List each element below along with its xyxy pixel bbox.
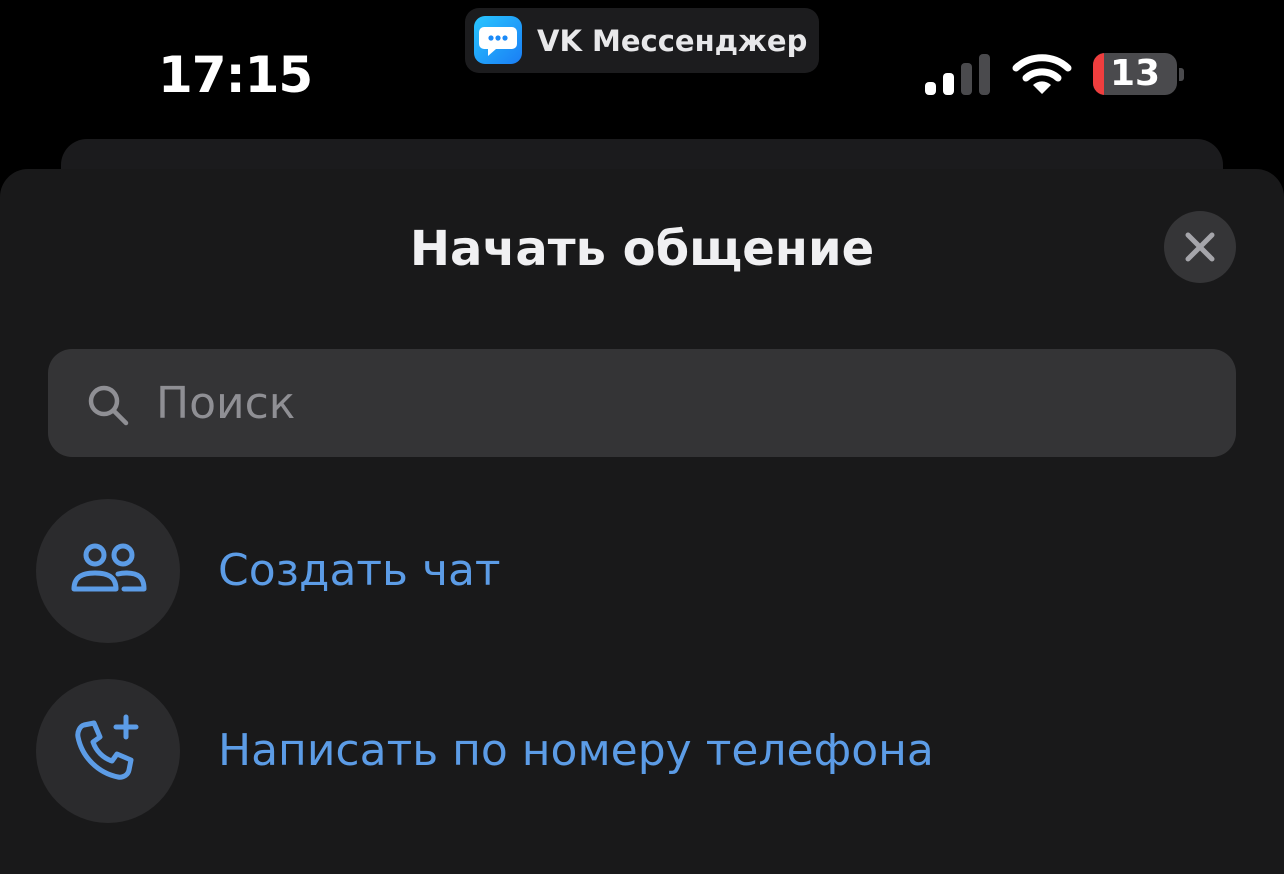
sheet-title: Начать общение [409,221,875,277]
battery-level: 13 [1109,53,1161,94]
create-chat-icon-circle [36,499,180,643]
close-icon [1185,232,1215,262]
screen: 17:15 VK Мессенджер 13 Начать общение По… [0,0,1284,874]
chat-bubble-icon [474,16,522,64]
group-users-icon [71,543,147,592]
app-name-label: VK Мессенджер [537,24,808,58]
search-icon [84,381,132,429]
create-chat-action[interactable]: Создать чат [0,499,1284,643]
write-by-phone-action[interactable]: Написать по номеру телефона [0,679,1284,823]
wifi-icon [1012,52,1072,96]
status-time: 17:15 [158,46,313,104]
dynamic-island-app-indicator[interactable]: VK Мессенджер [465,8,819,73]
battery-body: 13 [1093,53,1177,95]
write-by-phone-icon-circle [36,679,180,823]
search-bar[interactable] [48,349,1236,457]
close-button[interactable] [1164,211,1236,283]
phone-plus-icon [75,714,139,780]
battery-indicator: 13 [1093,53,1184,95]
search-input[interactable] [156,371,1156,435]
battery-cap [1179,68,1184,81]
create-chat-label: Создать чат [218,545,501,596]
write-by-phone-label: Написать по номеру телефона [218,725,934,776]
cellular-signal-icon [925,54,993,96]
